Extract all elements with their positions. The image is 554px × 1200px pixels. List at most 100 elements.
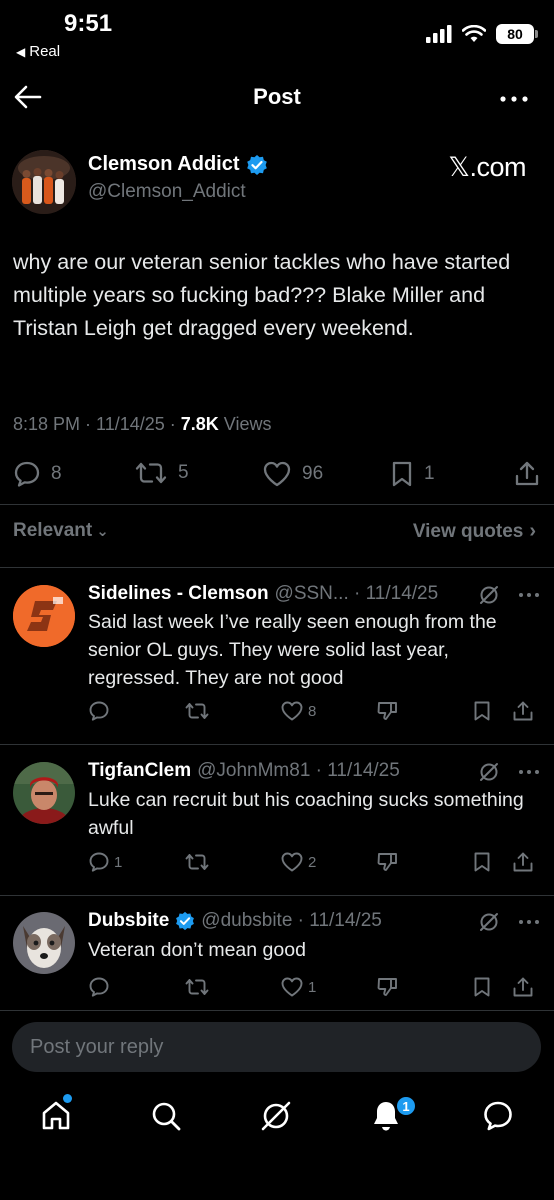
back-to-app-link[interactable]: ◀ Real	[16, 43, 60, 60]
heart-icon	[281, 977, 303, 997]
share-icon	[513, 852, 533, 872]
reply-action[interactable]	[88, 976, 184, 998]
cellular-signal-icon	[426, 25, 452, 43]
reply-bubble-icon	[89, 701, 109, 721]
grok-icon[interactable]	[478, 911, 500, 933]
reply-count: 1	[114, 853, 123, 871]
more-options-button[interactable]	[500, 96, 528, 102]
reply-avatar[interactable]	[13, 762, 75, 824]
grok-icon[interactable]	[478, 761, 500, 783]
verified-badge-icon	[176, 911, 195, 931]
reply-author-name[interactable]: Sidelines - Clemson	[88, 583, 269, 605]
battery-level: 80	[507, 26, 523, 42]
author-name[interactable]: Clemson Addict	[88, 153, 240, 176]
notifications-badge: 1	[395, 1095, 417, 1117]
reply-meta: @JohnMm81 · 11/14/25	[197, 760, 400, 781]
reply-author-name[interactable]: TigfanClem	[88, 760, 191, 782]
dislike-action[interactable]	[376, 976, 472, 998]
bookmark-icon	[474, 852, 490, 872]
more-dots-icon[interactable]	[518, 592, 540, 598]
heart-icon	[281, 701, 303, 721]
bookmark-action[interactable]	[472, 700, 512, 722]
like-count: 1	[308, 978, 317, 996]
share-action[interactable]	[514, 460, 540, 488]
chevron-down-icon: ⌄	[96, 523, 109, 540]
repost-action[interactable]	[184, 701, 280, 721]
bookmark-count: 1	[424, 463, 435, 484]
author-handle[interactable]: @Clemson_Addict	[88, 181, 246, 203]
reply-header: Dubsbite @dubsbite · 11/14/25	[88, 910, 382, 932]
search-icon	[152, 1102, 181, 1131]
bookmark-action[interactable]	[472, 851, 512, 873]
share-action[interactable]	[512, 851, 538, 873]
reply-text: Veteran don’t mean good	[88, 939, 306, 961]
home-icon	[42, 1101, 70, 1130]
bookmark-action[interactable]	[472, 976, 512, 998]
share-action[interactable]	[512, 976, 538, 998]
share-icon	[513, 977, 533, 997]
back-triangle-icon: ◀	[16, 44, 26, 59]
repost-icon	[185, 703, 209, 719]
source-brand: 𝕏.com	[448, 152, 526, 182]
bookmark-icon	[474, 701, 490, 721]
share-action[interactable]	[512, 700, 538, 722]
author-avatar[interactable]	[12, 150, 76, 214]
reply-meta: @dubsbite · 11/14/25	[201, 910, 382, 931]
repost-action[interactable]	[184, 852, 280, 872]
repost-icon	[185, 979, 209, 995]
divider	[0, 744, 554, 745]
reply-tools	[478, 911, 540, 933]
divider	[0, 895, 554, 896]
like-action[interactable]: 1	[280, 976, 376, 998]
reply-tools	[478, 584, 540, 606]
like-action[interactable]: 2	[280, 851, 376, 873]
tab-grok[interactable]	[256, 1096, 296, 1136]
author-name-row[interactable]: Clemson Addict	[88, 153, 268, 176]
tab-messages[interactable]	[478, 1096, 518, 1136]
reply-header: Sidelines - Clemson @SSN... · 11/14/25	[88, 583, 438, 605]
like-action[interactable]: 96	[262, 460, 323, 488]
sort-dropdown[interactable]: Relevant ⌄	[13, 520, 109, 542]
repost-icon	[185, 854, 209, 870]
reply-actions: 1	[88, 976, 538, 998]
post-text: why are our veteran senior tackles who h…	[13, 250, 511, 340]
reply-avatar[interactable]	[13, 912, 75, 974]
reply-action[interactable]: 8	[13, 460, 62, 488]
reply-bubble-icon	[89, 977, 109, 997]
more-dots-icon[interactable]	[518, 919, 540, 925]
like-count: 8	[308, 702, 317, 720]
repost-icon	[135, 462, 167, 484]
reply-input-placeholder[interactable]: Post your reply	[30, 1036, 163, 1059]
reply-actions: 8	[88, 700, 538, 722]
bookmark-action[interactable]: 1	[390, 460, 435, 488]
divider	[0, 567, 554, 568]
back-app-label: Real	[29, 43, 61, 60]
dog-photo-icon	[13, 912, 75, 974]
reply-bubble-icon	[89, 852, 109, 872]
repost-action[interactable]: 5	[134, 460, 189, 486]
tab-search[interactable]	[146, 1096, 186, 1136]
like-action[interactable]: 8	[280, 700, 376, 722]
reply-action[interactable]	[88, 700, 184, 722]
wifi-icon	[462, 25, 486, 42]
reply-avatar[interactable]	[13, 585, 75, 647]
more-dots-icon[interactable]	[518, 769, 540, 775]
bookmark-icon	[474, 977, 490, 997]
status-indicators: 80	[426, 24, 538, 44]
page-title: Post	[253, 84, 301, 109]
reply-text: Said last week I’ve really seen enough f…	[88, 611, 497, 689]
reply-action[interactable]: 1	[88, 851, 184, 873]
repost-count: 5	[178, 462, 189, 483]
grok-icon[interactable]	[478, 584, 500, 606]
views-label: Views	[218, 414, 272, 434]
dislike-action[interactable]	[376, 700, 472, 722]
bookmark-icon	[392, 461, 412, 487]
repost-action[interactable]	[184, 977, 280, 997]
reply-author-name[interactable]: Dubsbite	[88, 910, 169, 932]
view-quotes-link[interactable]: View quotes ›	[413, 520, 536, 543]
reply-bubble-icon	[14, 461, 40, 487]
chat-bubble-icon	[484, 1101, 512, 1131]
views-count: 7.8K	[180, 414, 219, 434]
grok-icon	[261, 1101, 291, 1131]
dislike-action[interactable]	[376, 851, 472, 873]
